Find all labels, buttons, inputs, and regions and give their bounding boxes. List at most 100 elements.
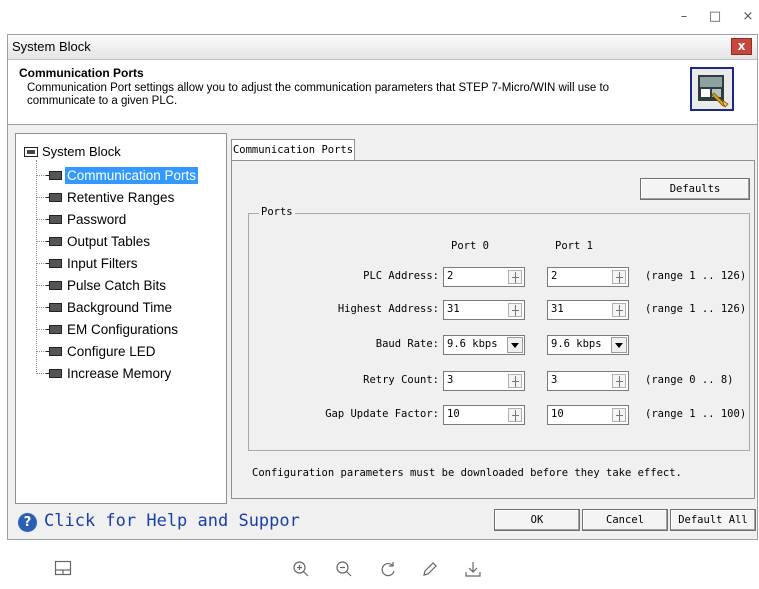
highest-address-range: (range 1 .. 126) [645, 303, 747, 315]
plc-address-range: (range 1 .. 126) [645, 270, 747, 282]
node-icon [46, 214, 62, 224]
tree-item-label: Retentive Ranges [67, 189, 175, 205]
spinner-arrows[interactable] [612, 374, 626, 388]
spinner-arrows[interactable] [508, 270, 522, 284]
node-icon [46, 280, 62, 290]
default-all-button[interactable]: Default All [670, 509, 756, 531]
select-value: 9.6 kbps [551, 338, 602, 350]
tree-item-background-time[interactable]: Background Time [36, 297, 174, 317]
gap-update-port0-spinner[interactable]: 10 [443, 405, 525, 425]
system-block-tree[interactable]: System Block Communication Ports Retenti… [15, 133, 227, 504]
tree-item-label: Pulse Catch Bits [67, 277, 167, 293]
tree-item-input-filters[interactable]: Input Filters [36, 253, 140, 273]
gap-update-port1-spinner[interactable]: 10 [547, 405, 629, 425]
node-icon [46, 302, 62, 312]
dialog-header: Communication Ports Communication Port s… [8, 60, 757, 125]
header-title: Communication Ports [19, 66, 144, 80]
baud-rate-port1-select[interactable]: 9.6 kbps [547, 335, 629, 355]
tree-item-configure-led[interactable]: Configure LED [36, 341, 158, 361]
tree-item-communication-ports[interactable]: Communication Ports [36, 165, 199, 185]
port0-header: Port 0 [451, 240, 489, 252]
dialog-close-button[interactable]: x [731, 38, 752, 55]
tree-item-label: Increase Memory [67, 365, 172, 381]
edit-icon[interactable] [420, 560, 440, 580]
zoom-out-icon[interactable] [334, 560, 354, 580]
communication-ports-icon [690, 67, 734, 111]
retry-count-port0-spinner[interactable]: 3 [443, 371, 525, 391]
tree-item-pulse-catch-bits[interactable]: Pulse Catch Bits [36, 275, 168, 295]
zoom-in-icon[interactable] [291, 560, 311, 580]
spinner-value: 3 [447, 374, 454, 386]
tree-item-password[interactable]: Password [36, 209, 128, 229]
ports-group: Ports Port 0 Port 1 PLC Address: 2 2 (ra… [248, 206, 750, 451]
defaults-button[interactable]: Defaults [640, 178, 750, 200]
spinner-arrows[interactable] [508, 303, 522, 317]
spinner-value: 31 [551, 303, 564, 315]
minimize-button[interactable]: – [673, 8, 695, 26]
spinner-value: 31 [447, 303, 460, 315]
help-icon[interactable]: ? [18, 513, 37, 532]
port1-header: Port 1 [555, 240, 593, 252]
maximize-button[interactable]: □ [704, 8, 726, 26]
baud-rate-port0-select[interactable]: 9.6 kbps [443, 335, 525, 355]
node-icon [46, 346, 62, 356]
tree-item-output-tables[interactable]: Output Tables [36, 231, 152, 251]
viewer-toolbar [0, 540, 759, 589]
retry-count-label: Retry Count: [363, 374, 439, 386]
spinner-value: 2 [447, 270, 454, 282]
spinner-arrows[interactable] [612, 408, 626, 422]
highest-address-label: Highest Address: [337, 303, 439, 315]
ports-group-label: Ports [259, 206, 295, 218]
chevron-down-icon[interactable] [611, 337, 627, 353]
tree-item-label: Password [67, 211, 127, 227]
node-icon [46, 258, 62, 268]
spinner-arrows[interactable] [508, 408, 522, 422]
dialog-titlebar: System Block x [8, 35, 757, 60]
tree-root[interactable]: System Block [24, 144, 121, 159]
highest-address-port0-spinner[interactable]: 31 [443, 300, 525, 320]
tree-item-label: Input Filters [67, 255, 138, 271]
download-icon[interactable] [463, 560, 483, 580]
layout-icon[interactable] [53, 560, 73, 580]
retry-count-port1-spinner[interactable]: 3 [547, 371, 629, 391]
spinner-value: 10 [551, 408, 564, 420]
help-link[interactable]: Click for Help and Suppor [44, 511, 300, 531]
spinner-value: 10 [447, 408, 460, 420]
tree-item-retentive-ranges[interactable]: Retentive Ranges [36, 187, 176, 207]
tree-root-label: System Block [42, 144, 121, 159]
header-description: Communication Port settings allow you to… [27, 82, 610, 107]
spinner-arrows[interactable] [612, 303, 626, 317]
outer-window-titlebar: – □ × [0, 0, 759, 34]
tree-item-label: Configure LED [67, 343, 156, 359]
plc-address-port1-spinner[interactable]: 2 [547, 267, 629, 287]
highest-address-port1-spinner[interactable]: 31 [547, 300, 629, 320]
node-icon [46, 170, 62, 180]
spinner-arrows[interactable] [508, 374, 522, 388]
rotate-icon[interactable] [378, 560, 398, 580]
tree-item-label: EM Configurations [67, 321, 179, 337]
node-icon [46, 368, 62, 378]
retry-count-range: (range 0 .. 8) [645, 374, 734, 386]
tree-item-increase-memory[interactable]: Increase Memory [36, 363, 173, 383]
close-window-button[interactable]: × [737, 8, 759, 26]
ok-button[interactable]: OK [494, 509, 580, 531]
chevron-down-icon[interactable] [507, 337, 523, 353]
tree-item-label: Background Time [67, 299, 173, 315]
baud-rate-label: Baud Rate: [375, 338, 439, 350]
communication-ports-panel: Defaults Ports Port 0 Port 1 PLC Address… [231, 160, 755, 499]
tree-item-em-configurations[interactable]: EM Configurations [36, 319, 180, 339]
plc-address-label: PLC Address: [363, 270, 439, 282]
tree-item-label: Output Tables [67, 233, 151, 249]
cancel-button[interactable]: Cancel [582, 509, 668, 531]
node-icon [46, 192, 62, 202]
select-value: 9.6 kbps [447, 338, 498, 350]
gap-update-range: (range 1 .. 100) [645, 408, 747, 420]
system-block-folder-icon [24, 146, 38, 157]
plc-address-port0-spinner[interactable]: 2 [443, 267, 525, 287]
spinner-arrows[interactable] [612, 270, 626, 284]
tab-communication-ports[interactable]: Communication Ports [231, 139, 355, 161]
spinner-value: 3 [551, 374, 558, 386]
download-note: Configuration parameters must be downloa… [252, 467, 682, 479]
node-icon [46, 236, 62, 246]
system-block-dialog: System Block x Communication Ports Commu… [7, 34, 758, 540]
